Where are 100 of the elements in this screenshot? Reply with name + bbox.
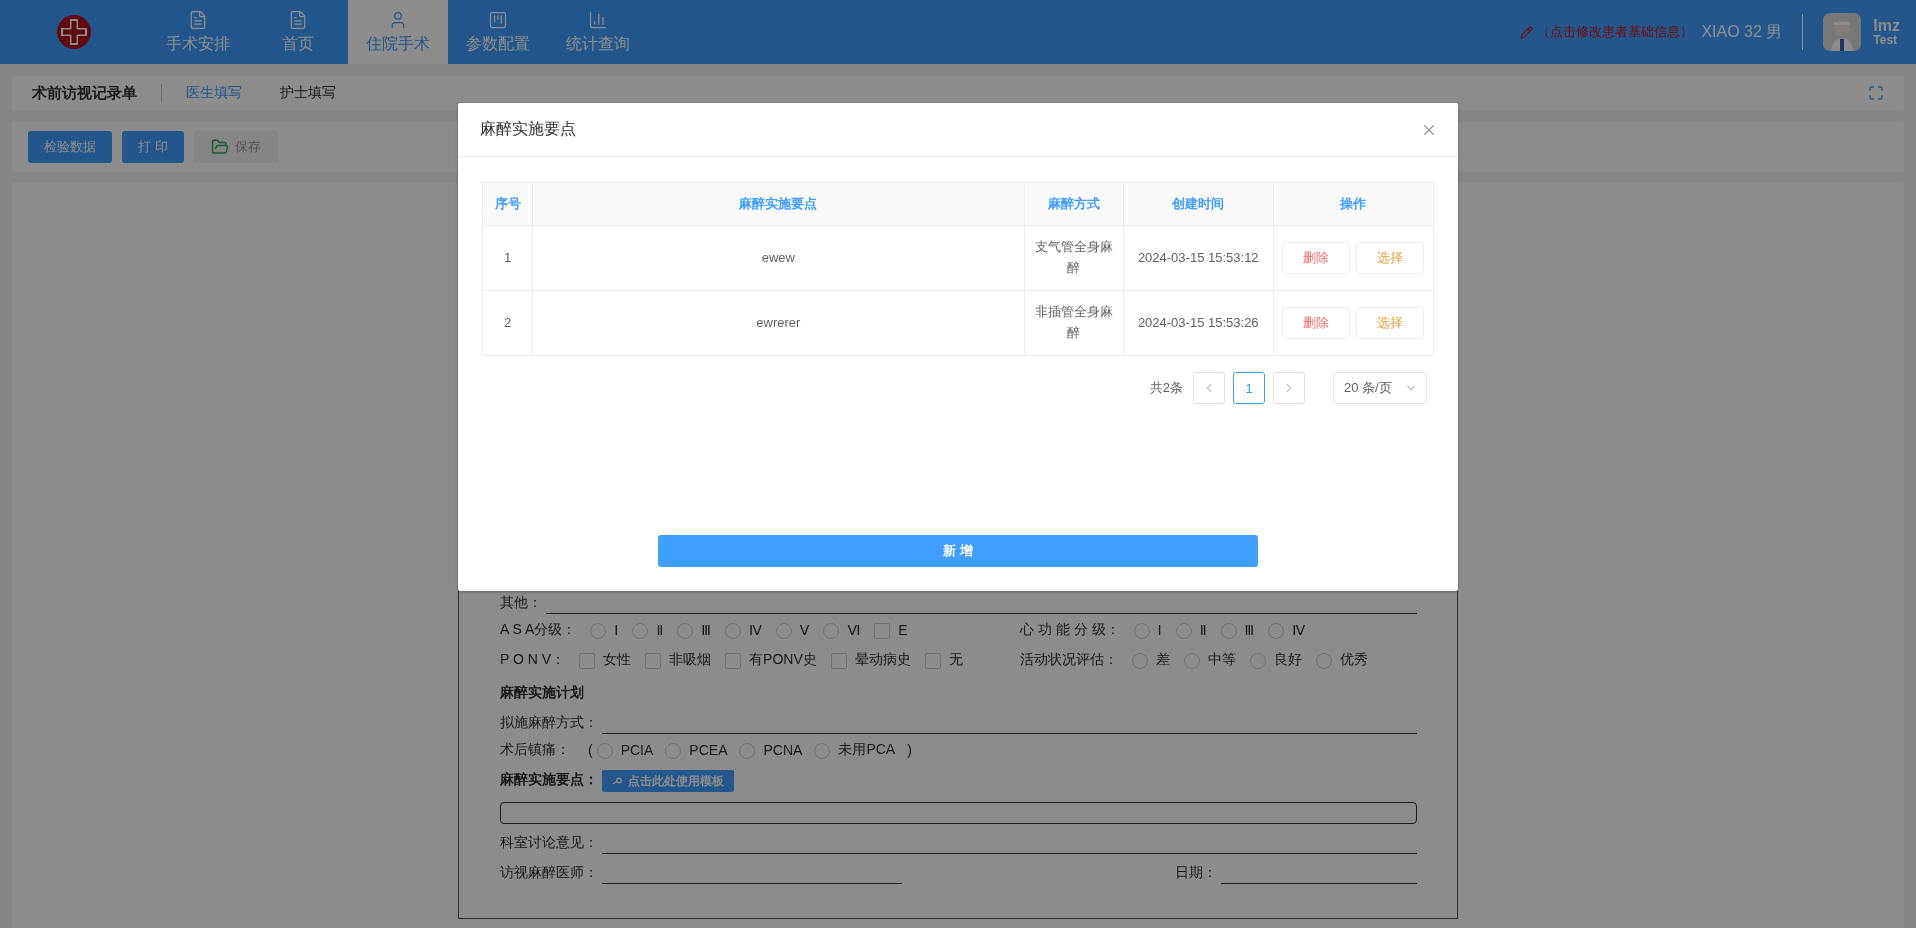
option-label: Ⅱ [656,622,664,640]
column-header: 创建时间 [1123,182,1274,226]
radio-button[interactable] [814,743,831,759]
parenthesis: ) [907,742,912,760]
option-label: Ⅲ [1244,622,1255,640]
option-label: Ⅰ [1157,622,1162,640]
total-count: 共2条 [1149,379,1183,397]
checkbox[interactable] [924,653,941,669]
field-label: 心 功 能 分 级： [1020,621,1120,639]
option-label: 无 [948,651,963,669]
table-cell: ewew [532,225,1025,291]
avatar[interactable] [1823,13,1862,51]
radio-button[interactable] [632,623,649,639]
user-role: Test [1873,34,1899,48]
option-label: Ⅵ [847,622,861,640]
record-title: 术前访视记录单 [32,83,137,103]
page-size-select[interactable]: 20 条/页 [1333,372,1427,404]
nav-tab[interactable]: 首页 [248,0,348,64]
radio-button[interactable] [1316,653,1332,669]
radio-button[interactable] [775,623,792,639]
pencil-icon [1520,25,1534,39]
option-label: 差 [1156,651,1170,669]
option-label: Ⅳ [748,622,762,640]
parenthesis: ( [588,742,593,760]
document-icon [288,9,308,30]
radio-button[interactable] [1268,623,1285,639]
logo-icon [54,12,94,52]
delete-button[interactable]: 删除 [1282,242,1351,274]
column-header: 操作 [1273,182,1434,226]
document-icon [188,9,208,30]
toolbar-button[interactable]: 打 印 [122,131,184,163]
table-cell: 非插管全身麻醉 [1024,290,1124,356]
radio-button[interactable] [1175,623,1192,639]
next-page-button[interactable] [1273,372,1305,404]
checkbox[interactable] [579,653,596,669]
field-label: 活动状况评估： [1020,651,1118,669]
add-button[interactable]: 新 增 [658,535,1258,567]
checkbox[interactable] [874,623,891,639]
select-button[interactable]: 选择 [1356,242,1425,274]
checkbox[interactable] [725,653,742,669]
radio-button[interactable] [596,743,613,759]
option-label: 中等 [1208,651,1236,669]
radio-button[interactable] [823,623,840,639]
previous-page-button[interactable] [1193,372,1225,404]
table-cell: 2 [482,290,533,356]
nav-tab[interactable]: 住院手术 [348,0,448,64]
field-label: 拟施麻醉方式： [500,714,598,732]
nav-tab[interactable]: 统计查询 [548,0,648,64]
option-label: 非吸烟 [669,651,712,669]
user-name: lmz [1873,16,1900,35]
radio-button[interactable] [665,743,682,759]
section-heading: 麻醉实施计划 [500,684,584,702]
radio-button[interactable] [724,623,741,639]
option-label: 有PONV史 [749,651,817,669]
option-label: 女性 [603,651,632,669]
patient-info: XIAO 32 男 [1701,21,1783,42]
record-tab[interactable]: 护士填写 [280,84,336,102]
bar-chart-icon [588,9,608,30]
field-label: 其他： [500,594,542,612]
page-button[interactable]: 1 [1233,372,1265,404]
folder-icon [210,138,229,156]
toolbar-button[interactable]: 检验数据 [28,131,112,163]
field-label: 日期： [1175,864,1217,882]
option-label: Ⅳ [1292,622,1306,640]
radio-button[interactable] [1132,653,1148,669]
column-header: 麻醉方式 [1024,182,1124,226]
field-label: 麻醉实施要点： [500,771,598,789]
delete-button[interactable]: 删除 [1282,307,1351,339]
radio-button[interactable] [677,623,694,639]
column-header: 麻醉实施要点 [532,182,1025,226]
option-label: 良好 [1274,651,1302,669]
table-cell: 2024-03-15 15:53:26 [1123,290,1274,356]
radio-button[interactable] [1133,623,1150,639]
option-label: PCNA [763,742,803,760]
key-icon [612,777,622,785]
option-label: PCEA [689,742,728,760]
radio-button[interactable] [1250,653,1266,669]
option-label: Ⅲ [701,622,711,640]
checkbox[interactable] [830,653,847,669]
radio-button[interactable] [590,623,607,639]
column-header: 序号 [482,182,533,226]
radio-button[interactable] [1184,653,1200,669]
option-label: 晕动病史 [854,651,911,669]
table-cell: ewrerer [532,290,1025,356]
field-label: 科室讨论意见： [500,834,598,852]
field-label: A S A分级： [500,621,577,639]
table-cell: 支气管全身麻醉 [1024,225,1124,291]
nav-tab[interactable]: 参数配置 [448,0,548,64]
record-tab[interactable]: 医生填写 [186,84,242,102]
select-button[interactable]: 选择 [1356,307,1425,339]
option-label: Ⅴ [799,622,810,640]
edit-patient-link[interactable]: （点击修改患者基础信息） [1520,23,1694,41]
text-box[interactable] [500,802,1417,824]
nav-tab[interactable]: 手术安排 [148,0,248,64]
template-button[interactable]: 点击此处使用模板 [602,770,734,792]
checkbox[interactable] [645,653,662,669]
radio-button[interactable] [1220,623,1237,639]
field-label: 访视麻醉医师： [500,864,598,882]
fullscreen-icon[interactable] [1868,85,1884,101]
radio-button[interactable] [739,743,756,759]
